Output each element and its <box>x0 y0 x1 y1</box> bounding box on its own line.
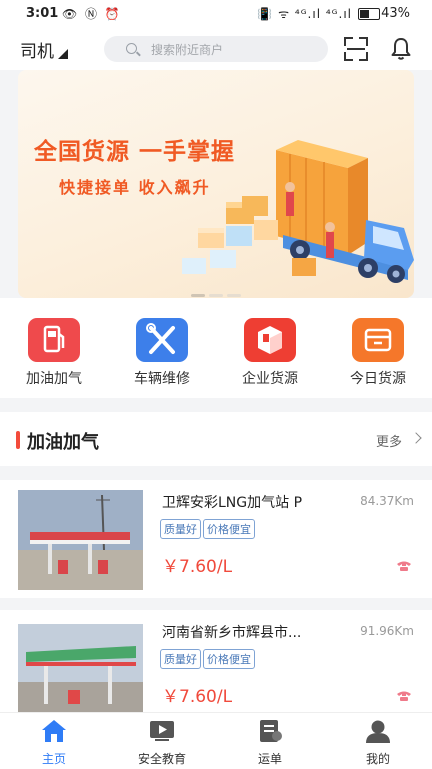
carousel-indicator <box>191 282 245 298</box>
quick-action-label: 车辆维修 <box>134 371 190 387</box>
station-tags: 质量好 价格便宜 <box>160 648 257 669</box>
status-bar: 3:01 👁 Ⓝ ⏰ 📳 ᯤ ⁴ᴳ.ıl ⁴ᴳ.ıl 43% <box>0 0 432 28</box>
home-icon <box>42 720 66 742</box>
station-price: ￥7.60/L <box>162 557 233 577</box>
scan-icon[interactable] <box>344 37 368 61</box>
quick-action-label: 今日货源 <box>350 371 406 387</box>
bell-icon[interactable] <box>389 36 413 62</box>
station-tags: 质量好 价格便宜 <box>160 518 257 539</box>
tab-label: 主页 <box>41 752 66 766</box>
station-card[interactable]: 河南省新乡市辉县市... 91.96Km 质量好 价格便宜 ￥7.60/L <box>0 610 432 716</box>
tag-quality: 质量好 <box>160 519 201 539</box>
package-icon <box>244 318 296 362</box>
quick-action-today-cargo[interactable]: 今日货源 <box>333 318 423 388</box>
quick-action-repair[interactable]: 车辆维修 <box>117 318 207 388</box>
tag-price: 价格便宜 <box>203 519 255 539</box>
station-price: ￥7.60/L <box>162 687 233 707</box>
search-bar[interactable] <box>104 36 328 62</box>
battery-icon <box>358 8 380 20</box>
station-name: 卫辉安彩LNG加气站 P <box>162 495 303 511</box>
chevron-right-icon[interactable] <box>410 432 422 444</box>
quick-actions: 加油加气 车辆维修 企业货源 今日货源 <box>0 298 432 398</box>
station-distance: 84.37Km <box>360 494 414 508</box>
tab-label: 我的 <box>365 752 390 766</box>
section-title: 加油加气 <box>27 432 99 453</box>
station-distance: 91.96Km <box>360 624 414 638</box>
phone-icon[interactable] <box>396 560 412 572</box>
station-card[interactable]: 卫辉安彩LNG加气站 P 84.37Km 质量好 价格便宜 ￥7.60/L <box>0 480 432 598</box>
quick-action-label: 加油加气 <box>26 371 82 387</box>
station-name: 河南省新乡市辉县市... <box>162 625 302 641</box>
section-header: 加油加气 更多 <box>0 412 432 466</box>
video-icon <box>150 721 174 741</box>
quick-action-enterprise-cargo[interactable]: 企业货源 <box>225 318 315 388</box>
truck-illustration <box>182 140 414 283</box>
tab-home[interactable]: 主页 <box>14 719 94 767</box>
app-header: 司机 <box>0 28 432 70</box>
tab-waybill[interactable]: 运单 <box>230 719 310 767</box>
quick-action-label: 企业货源 <box>242 371 298 387</box>
tab-safety-education[interactable]: 安全教育 <box>122 719 202 767</box>
box-icon <box>352 318 404 362</box>
role-label: 司机 <box>20 42 54 62</box>
station-photo <box>18 624 143 716</box>
role-selector[interactable]: 司机 <box>20 37 68 62</box>
signal-icons: 📳 ᯤ ⁴ᴳ.ıl ⁴ᴳ.ıl <box>257 7 352 21</box>
tab-label: 安全教育 <box>137 752 186 766</box>
station-photo <box>18 490 143 590</box>
more-link[interactable]: 更多 <box>376 431 402 450</box>
user-icon <box>366 720 390 743</box>
tab-mine[interactable]: 我的 <box>338 719 418 767</box>
quick-action-fuel[interactable]: 加油加气 <box>9 318 99 388</box>
phone-icon[interactable] <box>396 690 412 702</box>
tag-quality: 质量好 <box>160 649 201 669</box>
status-notification-icons: 👁 Ⓝ ⏰ <box>62 7 122 21</box>
section-accent-bar <box>16 431 20 449</box>
tag-price: 价格便宜 <box>203 649 255 669</box>
bottom-tab-bar: 主页 安全教育 运单 我的 <box>0 712 432 769</box>
battery-percent: 43% <box>381 6 410 21</box>
tab-label: 运单 <box>257 752 282 766</box>
waybill-icon <box>260 720 282 742</box>
fuel-pump-icon <box>28 318 80 362</box>
status-time: 3:01 <box>26 6 59 21</box>
search-input[interactable] <box>149 39 323 61</box>
tools-icon <box>136 318 188 362</box>
promo-banner[interactable]: 全国货源 一手掌握 快捷接单 收入飙升 <box>18 70 414 298</box>
dropdown-triangle-icon <box>58 49 68 59</box>
search-icon <box>126 43 137 54</box>
